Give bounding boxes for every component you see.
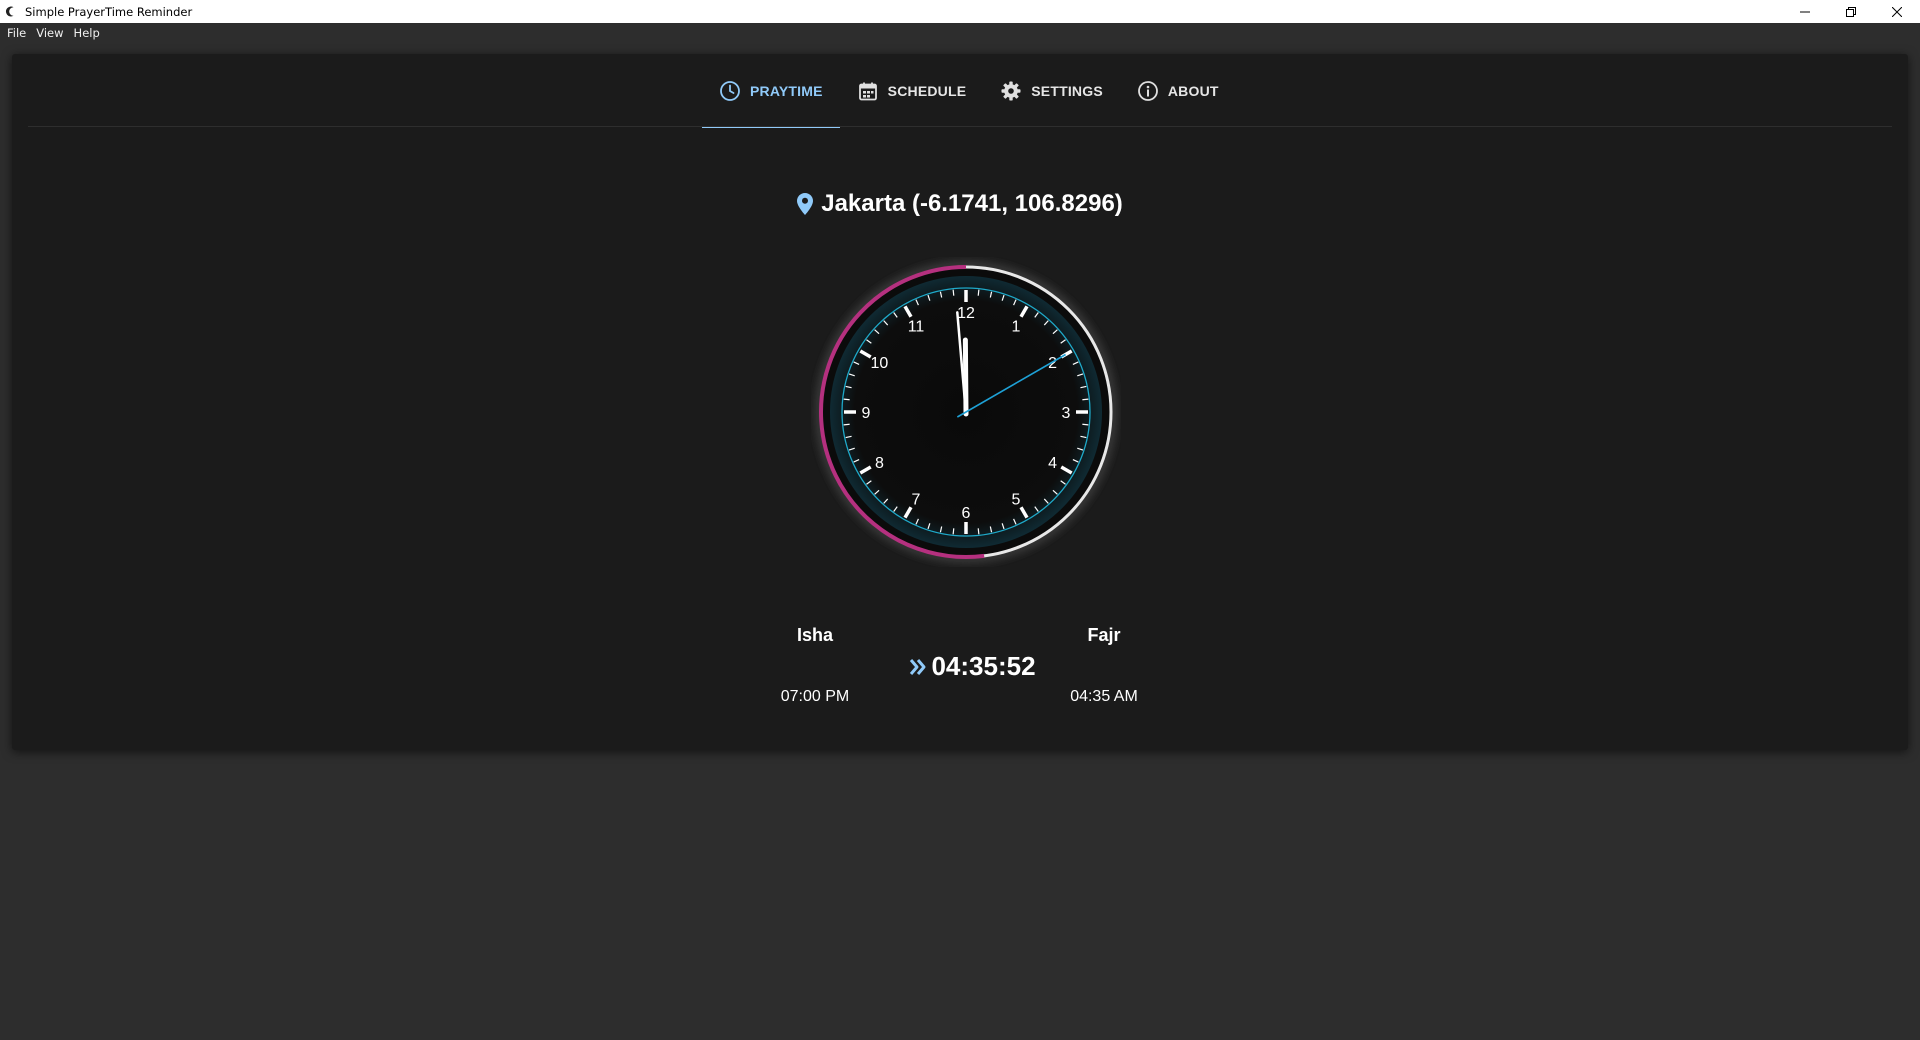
location-label: Jakarta (-6.1741, 106.8296) (12, 190, 1908, 218)
tab-about[interactable]: ABOUT (1120, 54, 1236, 127)
clock-icon (719, 80, 741, 102)
clock-number: 7 (912, 492, 921, 509)
info-icon (1137, 80, 1159, 102)
location-text: Jakarta (-6.1741, 106.8296) (821, 190, 1123, 217)
minute-tick (977, 528, 980, 535)
tab-schedule-label: SCHEDULE (887, 82, 967, 99)
previous-prayer-name: Isha (796, 625, 834, 645)
main-card: PRAYTIME SCHEDULE SETTINGS ABOUT Jakarta… (12, 54, 1908, 750)
clock-number: 8 (875, 455, 884, 472)
close-icon (1892, 6, 1902, 17)
clock-number: 3 (1062, 405, 1071, 422)
clock-number: 10 (870, 355, 888, 372)
tab-schedule[interactable]: SCHEDULE (840, 54, 984, 127)
analog-clock: 121234567891011 (815, 261, 1117, 563)
window-controls (1782, 0, 1920, 23)
minute-tick (1082, 398, 1089, 401)
tab-settings-label: SETTINGS (1031, 82, 1103, 99)
calendar-icon (857, 80, 879, 102)
double-chevron-right-icon (908, 657, 928, 677)
minute-tick (977, 289, 980, 296)
minute-tick (952, 289, 955, 296)
tab-divider (28, 126, 1892, 127)
window-title: Simple PrayerTime Reminder (25, 4, 193, 19)
menu-file[interactable]: File (2, 23, 31, 43)
countdown-value: 04:35:52 (931, 651, 1036, 681)
next-prayer-time: 04:35 AM (1070, 688, 1138, 705)
tab-praytime[interactable]: PRAYTIME (702, 54, 840, 128)
menu-bar: File View Help (0, 23, 1920, 43)
menu-help[interactable]: Help (69, 23, 105, 43)
minute-tick (1082, 423, 1089, 426)
tab-about-label: ABOUT (1167, 82, 1219, 99)
clock-number: 11 (908, 318, 925, 335)
restore-button[interactable] (1828, 0, 1874, 23)
minute-tick (843, 398, 850, 401)
tab-bar: PRAYTIME SCHEDULE SETTINGS ABOUT (702, 54, 1236, 128)
clock-number: 5 (1012, 492, 1021, 509)
title-bar: Simple PrayerTime Reminder (0, 0, 1920, 23)
previous-prayer-time: 07:00 PM (780, 688, 850, 705)
countdown: 04:35:52 (862, 651, 1082, 682)
close-button[interactable] (1874, 0, 1920, 23)
clock-number: 12 (957, 305, 975, 322)
clock-number: 6 (962, 505, 971, 522)
tab-praytime-label: PRAYTIME (750, 82, 823, 99)
restore-icon (1846, 6, 1856, 17)
minimize-button[interactable] (1782, 0, 1828, 23)
next-prayer-name: Fajr (1087, 625, 1121, 645)
clock-number: 9 (862, 405, 871, 422)
menu-view[interactable]: View (31, 23, 68, 43)
tab-settings[interactable]: SETTINGS (983, 54, 1120, 127)
map-pin-icon (797, 192, 815, 216)
gear-icon (1000, 80, 1022, 102)
minimize-icon (1800, 11, 1810, 12)
clock-number: 1 (1012, 318, 1021, 335)
minute-tick (952, 528, 955, 535)
minute-tick (843, 423, 850, 426)
app-icon (3, 5, 17, 19)
clock-number: 4 (1048, 455, 1057, 472)
